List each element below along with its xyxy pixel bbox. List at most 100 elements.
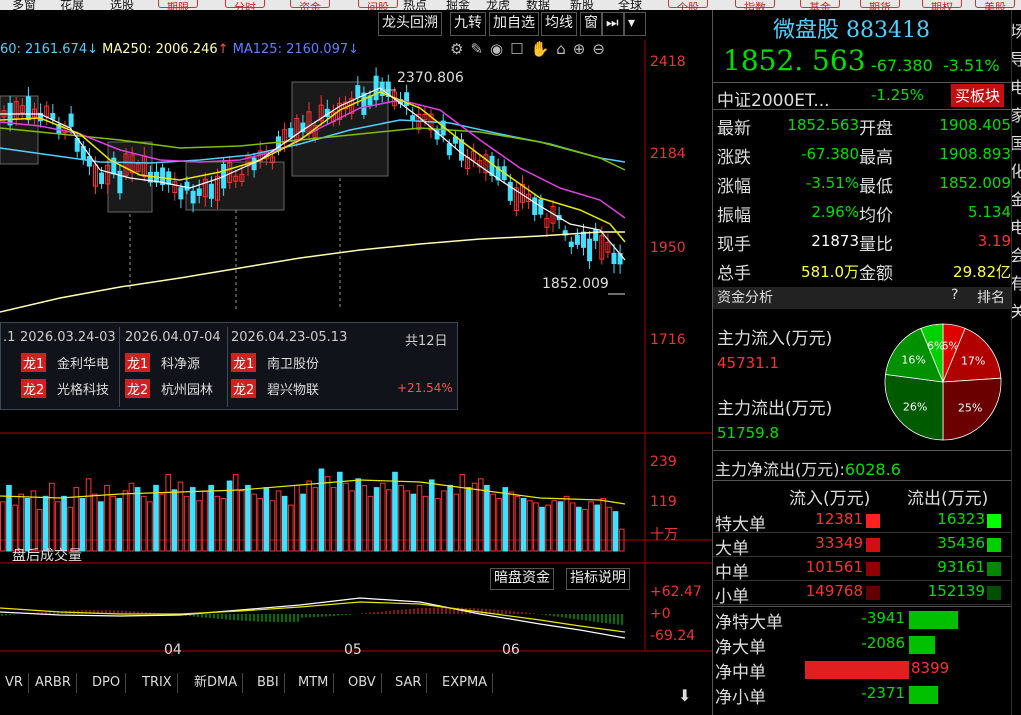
menu-tab[interactable]: 期限 — [158, 0, 198, 10]
volume-bar — [392, 471, 398, 552]
indicator-tab[interactable]: TRIX — [137, 673, 178, 693]
lock-icon[interactable]: ☐ — [510, 40, 530, 58]
indicator-tab[interactable]: BBI — [252, 673, 285, 693]
quote-label: 总手 — [717, 264, 751, 284]
volume-bar — [606, 506, 613, 552]
menu-item[interactable]: 热点 — [403, 0, 427, 10]
main-outflow-label: 主力流出(万元) — [717, 399, 833, 419]
outflow-header: 流出(万元) — [907, 489, 989, 509]
indicator-tab[interactable]: VR — [0, 673, 29, 693]
indicator-tab[interactable]: DPO — [87, 673, 127, 693]
quote-value: 3.19 — [977, 232, 1011, 250]
dark-pool-button[interactable]: 暗盘资金 — [490, 568, 554, 590]
period-label: .1 — [3, 330, 16, 345]
dragon-trace-button[interactable]: 龙头回溯 — [378, 12, 442, 36]
candle-body — [50, 113, 56, 120]
volume-bar — [563, 495, 570, 552]
home-icon[interactable]: ⌂ — [556, 40, 573, 58]
flow-in-value: 12381 — [815, 510, 863, 528]
edge-glyph: 金 — [1012, 186, 1021, 214]
menu-tab[interactable]: 指数 — [735, 0, 775, 10]
dragon-stock[interactable]: 杭州园林 — [161, 379, 213, 398]
menu-item[interactable]: 选股 — [110, 0, 134, 10]
zoom-in-icon[interactable]: ⊕ — [573, 40, 593, 58]
eye-icon[interactable]: ◉ — [490, 40, 510, 58]
candle-body — [190, 190, 196, 204]
period-label: 2026.04.23-05.13 — [231, 330, 348, 345]
net-row-label: 净特大单 — [715, 613, 783, 633]
volume-bar — [422, 495, 429, 552]
related-etf-name[interactable]: 中证2000ET... — [717, 86, 830, 111]
indicator-tab[interactable]: SAR — [390, 673, 428, 693]
chart-tools: ⚙✎◉☐✋⌂⊕⊖ — [450, 40, 612, 58]
volume-bar — [582, 508, 588, 552]
quote-value: 5.134 — [968, 203, 1011, 221]
ma60-arrow: ↓ — [87, 42, 98, 57]
dragon-stock[interactable]: 光格科技 — [57, 379, 109, 398]
net-flow-value: -3941 — [861, 609, 905, 627]
volume-bar — [379, 482, 386, 552]
candle-body — [532, 197, 538, 215]
indicator-help-button[interactable]: 指标说明 — [566, 568, 630, 590]
fund-title: 资金分析 — [717, 290, 773, 306]
dragon-stock[interactable]: 科净源 — [161, 353, 200, 372]
after-hours-volume-label[interactable]: 盘后成交量 — [12, 545, 82, 565]
dragon-stock[interactable]: 南卫股份 — [267, 353, 319, 372]
pie-label: 25% — [958, 401, 982, 414]
menu-tab[interactable]: 个股 — [668, 0, 708, 10]
window-button[interactable]: 窗 — [580, 12, 602, 36]
indicator-tab[interactable]: 新DMA — [189, 673, 244, 693]
rank-button[interactable]: 排名 — [977, 287, 1005, 307]
menu-tab[interactable]: 基金 — [800, 0, 840, 10]
menu-item[interactable]: 掘金 — [446, 0, 470, 10]
volume-bar — [24, 498, 31, 552]
menu-item[interactable]: 新股 — [570, 0, 594, 10]
indicator-tab[interactable]: OBV — [343, 673, 382, 693]
menu-item[interactable]: 数据 — [526, 0, 550, 10]
ma-button[interactable]: 均线 — [541, 12, 577, 36]
nine-turn-button[interactable]: 九转 — [450, 12, 486, 36]
indicator-tab[interactable]: EXPMA — [437, 673, 494, 693]
menu-tab[interactable]: 分时 — [225, 0, 265, 10]
menu-tab[interactable]: 期权 — [922, 0, 962, 10]
settings-icon[interactable]: ⚙ — [450, 40, 470, 58]
quote-value: 21873 — [811, 232, 859, 250]
menu-tab[interactable]: 期货 — [860, 0, 900, 10]
draw-pen-icon[interactable]: ✎ — [470, 40, 490, 58]
skip-end-icon[interactable]: ⏭ — [602, 12, 624, 36]
stock-code: 883418 — [846, 18, 930, 43]
quote-value: 1852.563 — [787, 116, 859, 134]
help-icon[interactable]: ? — [951, 287, 958, 303]
menu-item[interactable]: 龙虎 — [486, 0, 510, 10]
candle-body — [208, 183, 214, 199]
indicator-tab[interactable]: ARBR — [30, 673, 77, 693]
download-icon[interactable]: ⬇ — [678, 686, 691, 705]
kline-chart-area[interactable]: 60: 2161.674↓ MA250: 2006.246↑ MA125: 21… — [0, 10, 712, 715]
candle-body — [611, 252, 617, 265]
volume-bar — [490, 493, 496, 552]
edge-glyph: 化 — [1012, 158, 1021, 186]
volume-bar — [238, 490, 245, 552]
menu-tab[interactable]: 资金 — [290, 0, 330, 10]
quote-value: 1908.405 — [939, 116, 1011, 134]
buy-sector-button[interactable]: 买板块 — [951, 84, 1005, 107]
menu-item[interactable]: 多窗 — [12, 0, 36, 10]
zoom-out-icon[interactable]: ⊖ — [592, 40, 612, 58]
ma250-line — [0, 231, 625, 313]
hand-icon[interactable]: ✋ — [531, 40, 557, 58]
candle-body — [581, 231, 586, 248]
menu-item[interactable]: 全球 — [618, 0, 642, 10]
dragon-panel[interactable]: .1 2026.03.24-03 2026.04.07-04 2026.04.2… — [0, 322, 458, 410]
add-watchlist-button[interactable]: 加自选 — [489, 12, 539, 36]
menu-tab[interactable]: 问股 — [358, 0, 398, 10]
flow-out-value: 152139 — [927, 582, 985, 600]
quote-label: 现手 — [717, 235, 751, 255]
stock-pct: -3.51% — [943, 56, 1000, 75]
dragon-stock[interactable]: 碧兴物联 — [267, 379, 319, 398]
menu-tab[interactable]: 美股 — [975, 0, 1015, 10]
menu-item[interactable]: 花展 — [60, 0, 84, 10]
indicator-tab[interactable]: MTM — [293, 673, 335, 693]
candle-body — [99, 172, 105, 185]
dragon-stock[interactable]: 金利华电 — [57, 353, 109, 372]
dropdown-arrow-icon[interactable]: ▾ — [624, 12, 646, 36]
